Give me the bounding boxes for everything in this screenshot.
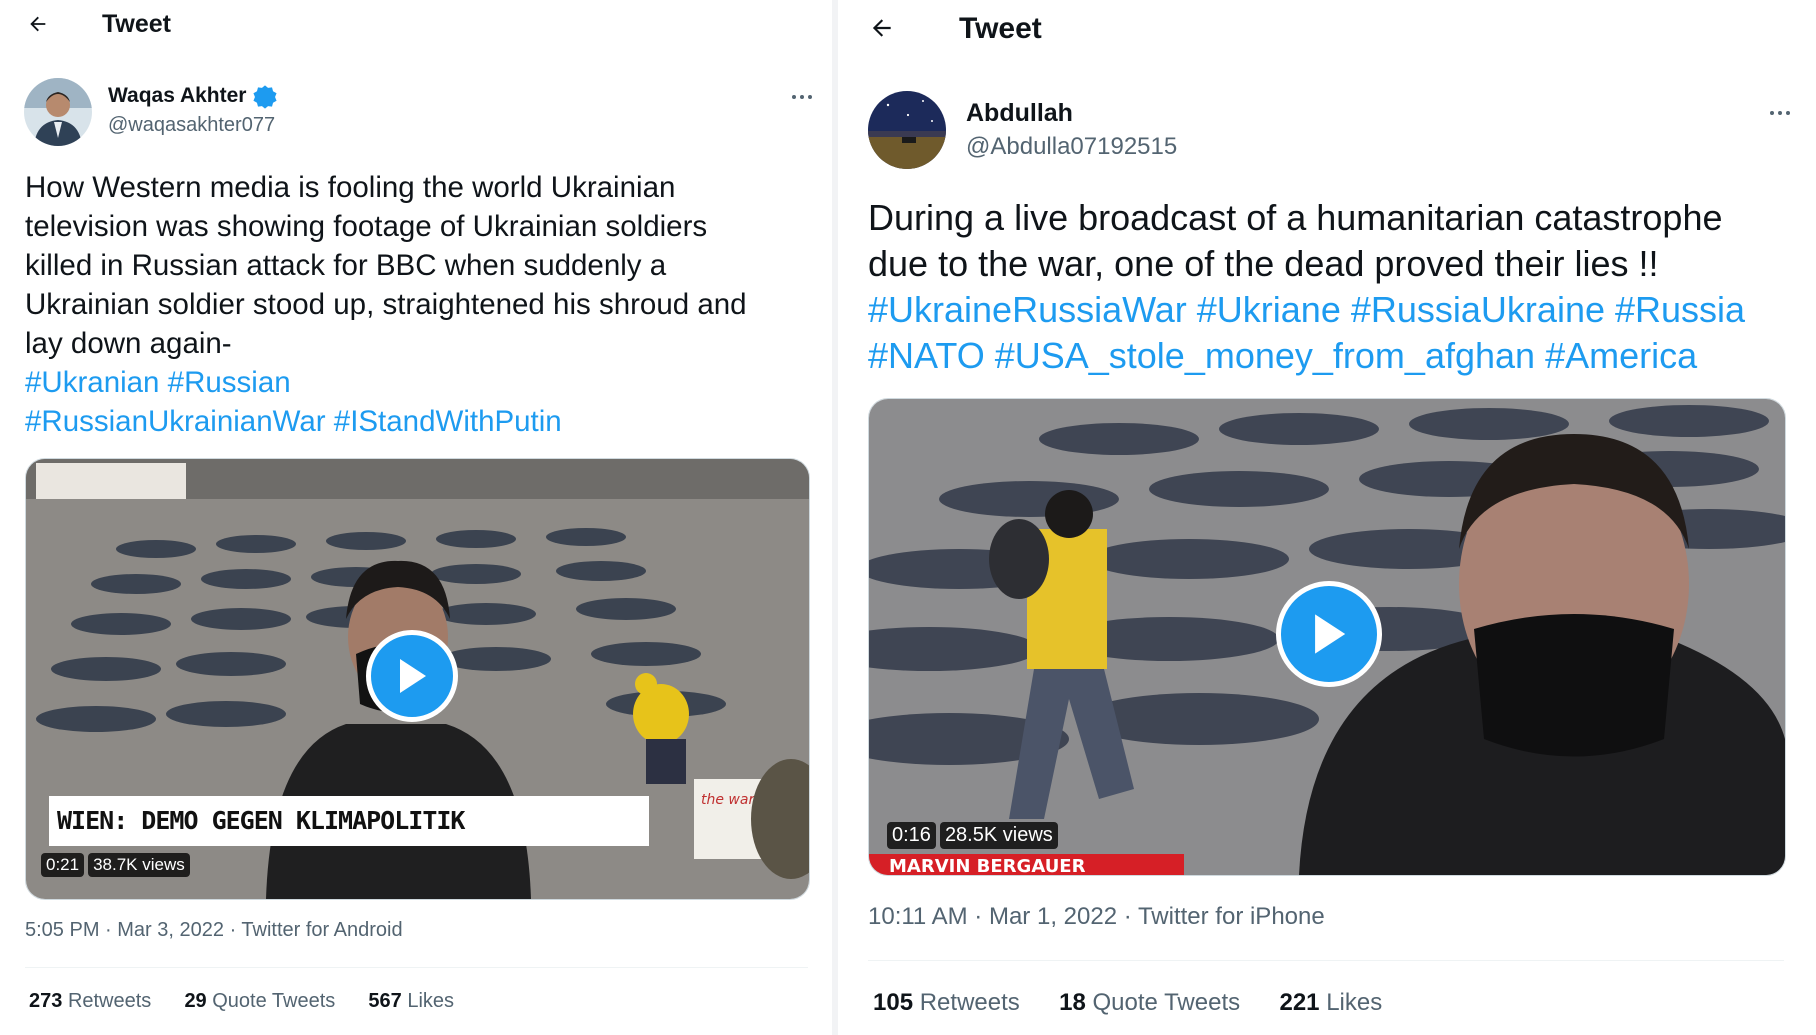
hashtag-line: #UkraineRussiaWar #Ukriane #RussiaUkrain… <box>868 287 1745 333</box>
quote-tweets-stat[interactable]: 29 Quote Tweets <box>184 990 335 1013</box>
tweet-text-line: During a live broadcast of a humanitaria… <box>868 197 1723 238</box>
retweets-stat[interactable]: 105 Retweets <box>873 989 1020 1017</box>
hashtag-link[interactable]: #Russia <box>1615 289 1745 330</box>
tweet-time[interactable]: 10:11 AM <box>868 903 968 930</box>
tweet-text: During a live broadcast of a humanitaria… <box>868 195 1745 379</box>
likes-label: Likes <box>1326 989 1383 1016</box>
hashtag-line: #Ukranian #Russian <box>25 363 747 402</box>
likes-count: 567 <box>368 990 402 1012</box>
hashtag-link[interactable]: #Russian <box>168 366 291 399</box>
tweet-date[interactable]: Mar 3, 2022 <box>117 919 224 941</box>
tweet-text-line: television was showing footage of Ukrain… <box>25 210 708 243</box>
hashtag-link[interactable]: #Ukranian <box>25 366 159 399</box>
divider <box>25 967 808 968</box>
quote-tweets-label: Quote Tweets <box>1092 989 1241 1016</box>
retweets-count: 105 <box>873 989 914 1016</box>
quote-tweets-label: Quote Tweets <box>212 990 336 1012</box>
play-icon <box>400 659 426 693</box>
back-button[interactable] <box>18 4 58 44</box>
page-title: Tweet <box>959 12 1042 45</box>
video-caption: WIEN: DEMO GEGEN KLIMAPOLITIK <box>49 796 649 846</box>
hashtag-line: #RussianUkrainianWar #IStandWithPutin <box>25 402 747 441</box>
tweet-panel-left: Tweet Waqas Akhter @waqasakhter077 How W… <box>0 0 832 1035</box>
hashtag-link[interactable]: #USA_stole_money_from_afghan <box>995 335 1535 376</box>
tweet-stats: 105 Retweets 18 Quote Tweets 221 Likes <box>873 989 1382 1017</box>
play-icon <box>1315 614 1346 654</box>
tweet-text-line: lay down again- <box>25 327 232 360</box>
tweet-time[interactable]: 5:05 PM <box>25 919 99 941</box>
tweet-text: How Western media is fooling the world U… <box>25 168 747 441</box>
play-button[interactable] <box>1276 581 1382 687</box>
page-header: Tweet <box>0 0 832 56</box>
back-button[interactable] <box>862 8 902 48</box>
play-button[interactable] <box>366 630 458 722</box>
retweets-label: Retweets <box>919 989 1020 1016</box>
more-options-button[interactable] <box>782 82 822 112</box>
quote-tweets-count: 29 <box>184 990 207 1012</box>
video-views: 28.5K views <box>939 822 1058 849</box>
tweet-panel-right: Tweet Abdullah @Abdulla07192515 During a… <box>838 0 1816 1035</box>
author-name[interactable]: Waqas Akhter <box>108 84 246 108</box>
hashtag-line: #NATO #USA_stole_money_from_afghan #Amer… <box>868 333 1745 379</box>
page-header: Tweet <box>838 0 1816 56</box>
tweet-timestamp: 5:05 PM · Mar 3, 2022 · Twitter for Andr… <box>25 919 403 941</box>
video-meta: 0:21 38.7K views <box>41 853 190 877</box>
tweet-text-line: due to the war, one of the dead proved t… <box>868 243 1659 284</box>
back-arrow-icon <box>872 19 891 37</box>
back-arrow-icon <box>30 16 46 32</box>
retweets-label: Retweets <box>67 990 152 1012</box>
hashtag-link[interactable]: #RussianUkrainianWar <box>25 405 326 438</box>
tweet-text-line: How Western media is fooling the world U… <box>25 171 676 204</box>
page-title: Tweet <box>102 10 171 38</box>
quote-tweets-stat[interactable]: 18 Quote Tweets <box>1059 989 1240 1017</box>
lower-third-text: MARVIN BERGAUER <box>889 856 1086 875</box>
video-views: 38.7K views <box>88 853 190 877</box>
likes-count: 221 <box>1279 989 1320 1016</box>
avatar[interactable] <box>868 91 946 169</box>
hashtag-link[interactable]: #NATO <box>868 335 985 376</box>
tweet-text-line: killed in Russian attack for BBC when su… <box>25 249 667 282</box>
quote-tweets-count: 18 <box>1059 989 1086 1016</box>
likes-label: Likes <box>407 990 455 1012</box>
tweet-source[interactable]: Twitter for Android <box>241 919 402 941</box>
hashtag-link[interactable]: #Ukriane <box>1197 289 1341 330</box>
retweets-count: 273 <box>29 990 63 1012</box>
more-options-button[interactable] <box>1760 98 1800 128</box>
divider <box>868 960 1784 961</box>
verified-badge-icon <box>253 85 277 109</box>
likes-stat[interactable]: 567 Likes <box>368 990 454 1013</box>
video-duration: 0:21 <box>41 853 85 877</box>
tweet-source[interactable]: Twitter for iPhone <box>1138 903 1325 930</box>
video-duration: 0:16 <box>887 822 936 849</box>
hashtag-link[interactable]: #America <box>1545 335 1697 376</box>
likes-stat[interactable]: 221 Likes <box>1279 989 1382 1017</box>
author-handle[interactable]: @waqasakhter077 <box>108 114 275 137</box>
hashtag-link[interactable]: #RussiaUkraine <box>1351 289 1605 330</box>
video-meta: 0:16 28.5K views <box>887 822 1058 849</box>
author-handle[interactable]: @Abdulla07192515 <box>966 133 1177 161</box>
more-options-icon <box>790 95 814 99</box>
more-options-icon <box>1768 111 1792 115</box>
tweet-stats: 273 Retweets 29 Quote Tweets 567 Likes <box>29 990 454 1013</box>
tweet-text-line: Ukrainian soldier stood up, straightened… <box>25 288 747 321</box>
retweets-stat[interactable]: 273 Retweets <box>29 990 151 1013</box>
avatar[interactable] <box>24 78 92 146</box>
tweet-date[interactable]: Mar 1, 2022 <box>989 903 1117 930</box>
hashtag-link[interactable]: #UkraineRussiaWar <box>868 289 1187 330</box>
author-name[interactable]: Abdullah <box>966 99 1073 128</box>
hashtag-link[interactable]: #IStandWithPutin <box>334 405 562 438</box>
video-player[interactable]: the war NOT VERK WIEN: DEMO GEGEN KLIMAP… <box>25 458 810 900</box>
video-player[interactable]: MARVIN BERGAUER 0:16 28.5K views <box>868 398 1786 876</box>
tweet-timestamp: 10:11 AM · Mar 1, 2022 · Twitter for iPh… <box>868 903 1325 930</box>
